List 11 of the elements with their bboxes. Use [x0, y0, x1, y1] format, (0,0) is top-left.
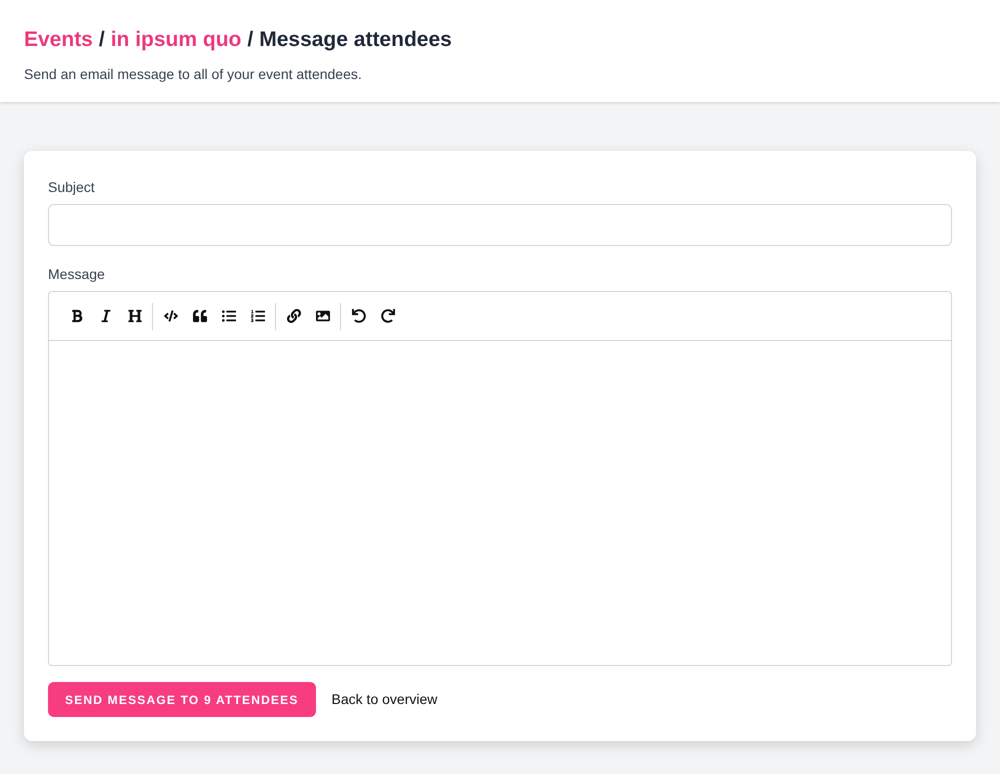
subject-field[interactable]: [48, 204, 952, 246]
breadcrumb-separator: /: [98, 27, 105, 53]
breadcrumb-link[interactable]: Events: [24, 24, 93, 56]
page-title: Message attendees: [259, 27, 452, 53]
send-message-button[interactable]: SEND MESSAGE TO 9 ATTENDEES: [48, 682, 316, 717]
message-label: Message: [48, 265, 106, 284]
page-description: Send an email message to all of your event attendees.: [24, 64, 363, 84]
breadcrumb-link[interactable]: in ipsum quo: [110, 24, 242, 56]
breadcrumb-separator: /: [247, 27, 254, 53]
back-link[interactable]: Back to overview: [332, 689, 438, 710]
subject-label: Subject: [48, 178, 96, 197]
